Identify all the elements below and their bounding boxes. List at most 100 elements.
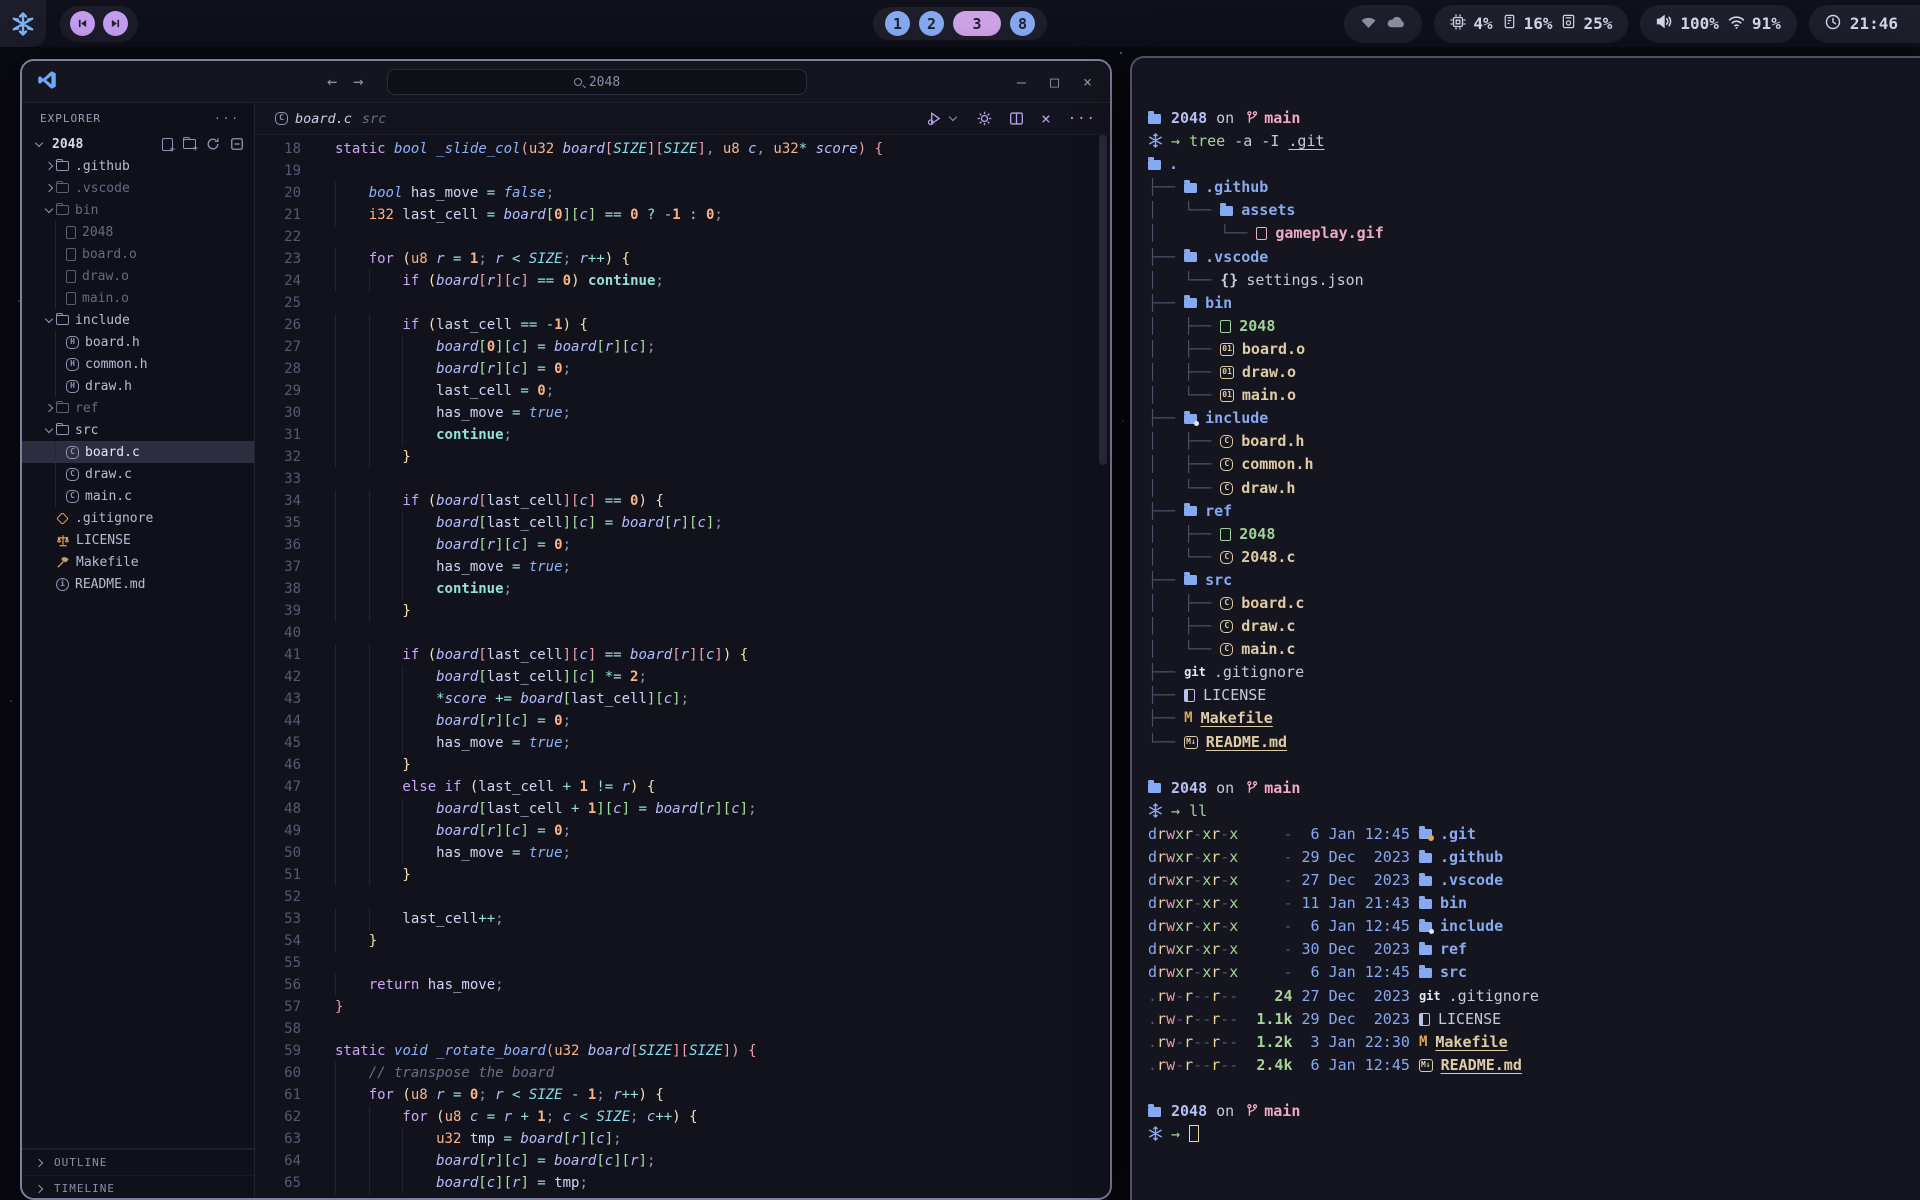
explorer-item-main.c[interactable]: Cmain.c xyxy=(22,485,254,507)
new-folder-button[interactable]: + xyxy=(183,137,196,152)
more-actions-button[interactable]: ··· xyxy=(1068,111,1096,127)
outline-section[interactable]: OUTLINE xyxy=(22,1149,254,1175)
code-line[interactable]: 55 xyxy=(255,952,1110,974)
explorer-more-button[interactable]: ··· xyxy=(214,112,240,125)
explorer-root[interactable]: 2048 ++ xyxy=(22,133,254,155)
refresh-button[interactable] xyxy=(206,137,220,152)
run-file-button[interactable] xyxy=(927,111,960,126)
code-line[interactable]: 50has_move = true; xyxy=(255,842,1110,864)
workspace-8[interactable]: 8 xyxy=(1010,11,1035,36)
nav-back-button[interactable]: ← xyxy=(327,72,337,92)
command-search-input[interactable]: 2048 xyxy=(387,69,807,95)
code-line[interactable]: 21i32 last_cell = board[0][c] == 0 ? -1 … xyxy=(255,204,1110,226)
code-line[interactable]: 35board[last_cell][c] = board[r][c]; xyxy=(255,512,1110,534)
code-line[interactable]: 25 xyxy=(255,292,1110,314)
code-line[interactable]: 53last_cell++; xyxy=(255,908,1110,930)
explorer-item-ref[interactable]: ref xyxy=(22,397,254,419)
code-area[interactable]: 18static bool _slide_col(u32 board[SIZE]… xyxy=(255,135,1110,1200)
code-line[interactable]: 46} xyxy=(255,754,1110,776)
code-line[interactable]: 58 xyxy=(255,1018,1110,1040)
code-line[interactable]: 41if (board[last_cell][c] == board[r][c]… xyxy=(255,644,1110,666)
code-line[interactable]: 38continue; xyxy=(255,578,1110,600)
workspace-3[interactable]: 3 xyxy=(953,11,1001,36)
explorer-item-draw.h[interactable]: Hdraw.h xyxy=(22,375,254,397)
explorer-item-Makefile[interactable]: Makefile xyxy=(22,551,254,573)
code-line[interactable]: 59static void _rotate_board(u32 board[SI… xyxy=(255,1040,1110,1062)
code-line[interactable]: 31continue; xyxy=(255,424,1110,446)
split-editor-button[interactable] xyxy=(1009,111,1024,126)
code-line[interactable]: 56return has_move; xyxy=(255,974,1110,996)
code-line[interactable]: 19 xyxy=(255,160,1110,182)
explorer-item-draw.c[interactable]: Cdraw.c xyxy=(22,463,254,485)
code-line[interactable]: 45has_move = true; xyxy=(255,732,1110,754)
explorer-item-README.md[interactable]: iREADME.md xyxy=(22,573,254,595)
code-line[interactable]: 28board[r][c] = 0; xyxy=(255,358,1110,380)
nixos-logo-icon[interactable] xyxy=(0,0,46,47)
code-line[interactable]: 60// transpose the board xyxy=(255,1062,1110,1084)
explorer-item-board.c[interactable]: Cboard.c xyxy=(22,441,254,463)
code-line[interactable]: 52 xyxy=(255,886,1110,908)
code-line[interactable]: 49board[r][c] = 0; xyxy=(255,820,1110,842)
code-line[interactable]: 18static bool _slide_col(u32 board[SIZE]… xyxy=(255,138,1110,160)
code-line[interactable]: 27board[0][c] = board[r][c]; xyxy=(255,336,1110,358)
terminal-cursor[interactable] xyxy=(1189,1125,1199,1142)
code-line[interactable]: 20bool has_move = false; xyxy=(255,182,1110,204)
timeline-section[interactable]: TIMELINE xyxy=(22,1175,254,1200)
code-line[interactable]: 47else if (last_cell + 1 != r) { xyxy=(255,776,1110,798)
collapse-all-button[interactable] xyxy=(230,137,244,152)
code-line[interactable]: 22 xyxy=(255,226,1110,248)
code-line[interactable]: 40 xyxy=(255,622,1110,644)
code-line[interactable]: 61for (u8 r = 0; r < SIZE - 1; r++) { xyxy=(255,1084,1110,1106)
code-line[interactable]: 34if (board[last_cell][c] == 0) { xyxy=(255,490,1110,512)
code-line[interactable]: 33 xyxy=(255,468,1110,490)
code-line[interactable]: 42board[last_cell][c] *= 2; xyxy=(255,666,1110,688)
explorer-item-bin[interactable]: bin xyxy=(22,199,254,221)
explorer-item-include[interactable]: include xyxy=(22,309,254,331)
terminal-window[interactable]: 2048 on main→ tree -a -I .git.├── .githu… xyxy=(1130,56,1920,1200)
code-line[interactable]: 37has_move = true; xyxy=(255,556,1110,578)
code-line[interactable]: 26if (last_cell == -1) { xyxy=(255,314,1110,336)
code-line[interactable]: 30has_move = true; xyxy=(255,402,1110,424)
code-line[interactable]: 32} xyxy=(255,446,1110,468)
explorer-item-main.o[interactable]: main.o xyxy=(22,287,254,309)
media-prev-button[interactable] xyxy=(70,11,95,36)
code-line[interactable]: 48board[last_cell + 1][c] = board[r][c]; xyxy=(255,798,1110,820)
nav-forward-button[interactable]: → xyxy=(353,72,363,92)
settings-gear-button[interactable] xyxy=(977,111,992,126)
code-line[interactable]: 64board[r][c] = board[c][r]; xyxy=(255,1150,1110,1172)
code-line[interactable]: 54} xyxy=(255,930,1110,952)
close-editor-button[interactable]: × xyxy=(1041,109,1051,128)
explorer-item-.gitignore[interactable]: .gitignore xyxy=(22,507,254,529)
explorer-item-.github[interactable]: .github xyxy=(22,155,254,177)
explorer-item-common.h[interactable]: Hcommon.h xyxy=(22,353,254,375)
explorer-item-draw.o[interactable]: draw.o xyxy=(22,265,254,287)
code-line[interactable]: 51} xyxy=(255,864,1110,886)
explorer-item-.vscode[interactable]: .vscode xyxy=(22,177,254,199)
code-line[interactable]: 36board[r][c] = 0; xyxy=(255,534,1110,556)
workspace-1[interactable]: 1 xyxy=(885,11,910,36)
explorer-item-src[interactable]: src xyxy=(22,419,254,441)
code-line[interactable]: 44board[r][c] = 0; xyxy=(255,710,1110,732)
code-line[interactable]: 39} xyxy=(255,600,1110,622)
new-file-button[interactable]: + xyxy=(162,137,173,152)
code-line[interactable]: 24if (board[r][c] == 0) continue; xyxy=(255,270,1110,292)
workspace-2[interactable]: 2 xyxy=(919,11,944,36)
explorer-item-LICENSE[interactable]: LICENSE xyxy=(22,529,254,551)
explorer-item-2048[interactable]: 2048 xyxy=(22,221,254,243)
code-line[interactable]: 43*score += board[last_cell][c]; xyxy=(255,688,1110,710)
code-line[interactable]: 62for (u8 c = r + 1; c < SIZE; c++) { xyxy=(255,1106,1110,1128)
code-line[interactable]: 63u32 tmp = board[r][c]; xyxy=(255,1128,1110,1150)
active-file-name[interactable]: board.c xyxy=(295,111,352,127)
maximize-button[interactable]: □ xyxy=(1050,73,1059,91)
code-line[interactable]: 57} xyxy=(255,996,1110,1018)
code-line[interactable]: 23for (u8 r = 1; r < SIZE; r++) { xyxy=(255,248,1110,270)
code-line[interactable]: 29last_cell = 0; xyxy=(255,380,1110,402)
code-line[interactable]: 65board[c][r] = tmp; xyxy=(255,1172,1110,1194)
explorer-item-board.o[interactable]: board.o xyxy=(22,243,254,265)
explorer-item-board.h[interactable]: Hboard.h xyxy=(22,331,254,353)
media-next-button[interactable] xyxy=(103,11,128,36)
editor-scrollbar[interactable] xyxy=(1099,135,1107,465)
minimize-button[interactable]: — xyxy=(1017,73,1026,91)
close-button[interactable]: × xyxy=(1083,73,1092,91)
breadcrumb-folder[interactable]: src xyxy=(362,111,386,127)
